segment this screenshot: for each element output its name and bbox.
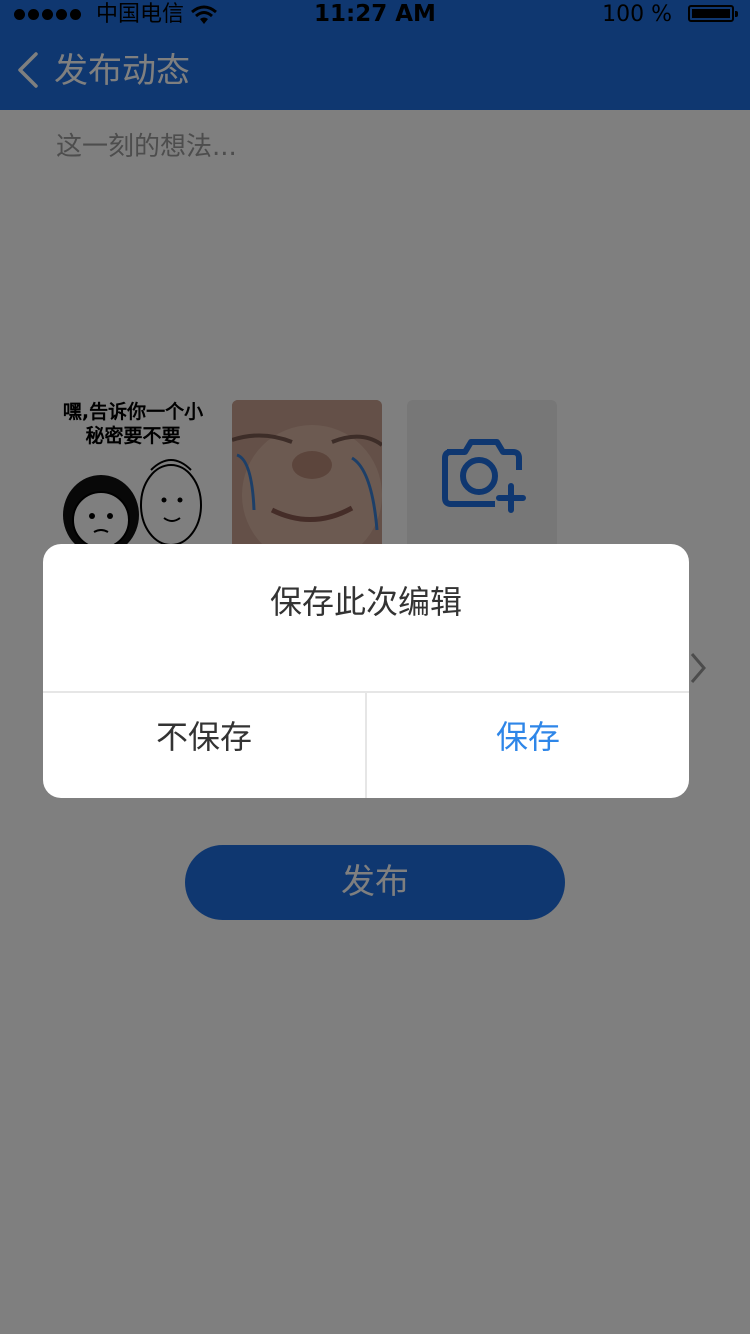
save-dialog: 保存此次编辑 不保存 保存 (43, 544, 689, 798)
dont-save-button[interactable]: 不保存 (43, 693, 365, 798)
save-button[interactable]: 保存 (367, 693, 689, 798)
dialog-title: 保存此次编辑 (269, 583, 462, 621)
